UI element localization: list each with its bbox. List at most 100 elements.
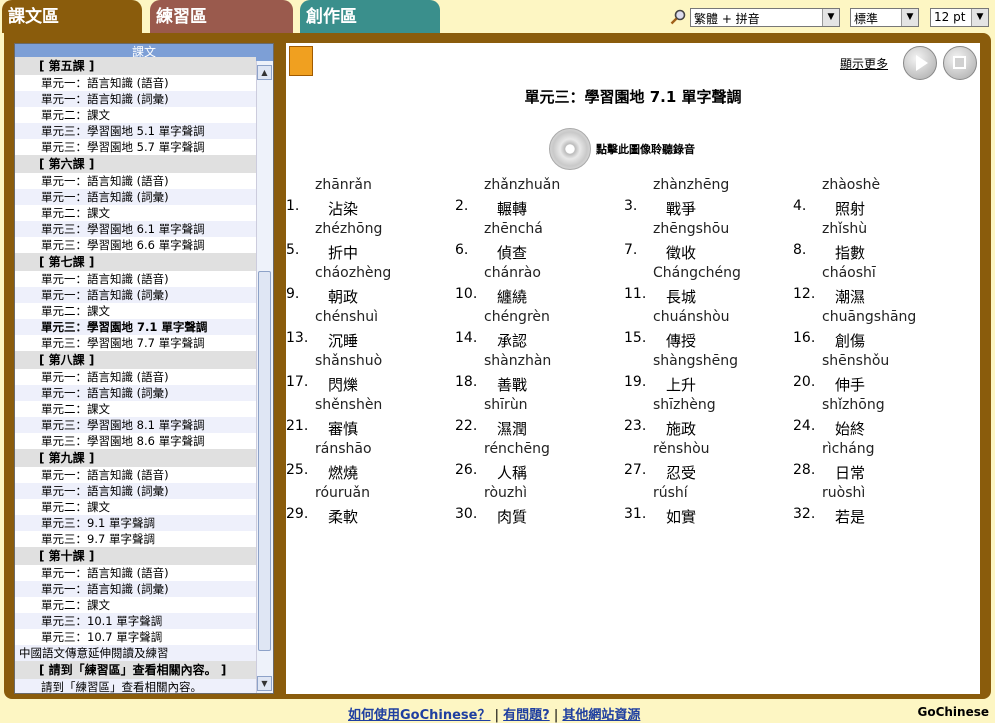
sidebar-item[interactable]: 單元一：語言知識 (語音)	[15, 565, 256, 581]
word-hanzi: 日常	[835, 464, 866, 482]
word-pinyin: shàngshēng	[653, 353, 739, 369]
word-pinyin: rěnshòu	[653, 441, 710, 457]
sidebar-item[interactable]: 請到「練習區」查看相關內容。	[15, 679, 256, 693]
sidebar-item[interactable]: 單元三：學習園地 7.7 單字聲調	[15, 335, 256, 351]
sidebar-item[interactable]: 單元三：10.7 單字聲調	[15, 629, 256, 645]
word-pinyin: róuruǎn	[315, 485, 370, 501]
footer-separator: |	[494, 708, 500, 723]
font-size-select[interactable]: 12 pt ▼	[930, 8, 989, 27]
word-number: 25.	[286, 462, 309, 478]
sidebar-item[interactable]: 單元三：學習園地 8.1 單字聲調	[15, 417, 256, 433]
sidebar-item[interactable]: 單元二：課文	[15, 597, 256, 613]
tab-creation-area[interactable]: 創作區	[300, 0, 440, 33]
sidebar-item[interactable]: 單元三：9.1 單字聲調	[15, 515, 256, 531]
sidebar-item[interactable]: 單元一：語言知識 (詞彙)	[15, 385, 256, 401]
sidebar-item[interactable]: 單元一：語言知識 (語音)	[15, 271, 256, 287]
word-item: rěnshòu 27. 忍受	[624, 441, 794, 485]
word-hanzi: 閃爍	[328, 376, 359, 394]
search-icon[interactable]	[670, 9, 687, 26]
word-item: shēnshǒu 20. 伸手	[793, 353, 963, 397]
word-item: rìcháng 28. 日常	[793, 441, 963, 485]
word-hanzi: 審慎	[328, 420, 359, 438]
word-pinyin: ròuzhì	[484, 485, 527, 501]
word-item: ròuzhì 30. 肉質	[455, 485, 625, 529]
word-number: 17.	[286, 374, 309, 390]
show-more-link[interactable]: 顯示更多	[840, 55, 888, 72]
tab-label: 練習區	[156, 7, 207, 27]
sidebar-item[interactable]: 單元三：學習園地 6.6 單字聲調	[15, 237, 256, 253]
word-item: rénchēng 26. 人稱	[455, 441, 625, 485]
word-number: 23.	[624, 418, 647, 434]
scroll-thumb[interactable]	[258, 271, 271, 651]
sidebar-item[interactable]: 單元一：語言知識 (詞彙)	[15, 287, 256, 303]
footer-separator: |	[553, 708, 559, 723]
sidebar-item[interactable]: 單元二：課文	[15, 303, 256, 319]
word-number: 29.	[286, 506, 309, 522]
sidebar-item[interactable]: 單元一：語言知識 (詞彙)	[15, 483, 256, 499]
sidebar-item[interactable]: 單元二：課文	[15, 107, 256, 123]
sidebar-scrollbar[interactable]: ▲ ▼	[256, 61, 273, 693]
sidebar-item[interactable]: 單元三：學習園地 7.1 單字聲調	[15, 319, 256, 335]
cd-audio-icon[interactable]	[549, 128, 591, 170]
word-hanzi: 施政	[666, 420, 697, 438]
word-pinyin: shǐzhōng	[822, 397, 885, 413]
display-mode-select[interactable]: 繁體 + 拼音 ▼	[690, 8, 840, 27]
sidebar-item[interactable]: 中國語文傳意延伸閱讀及練習	[15, 645, 256, 661]
word-hanzi: 上升	[666, 376, 697, 394]
word-pinyin: zhézhōng	[315, 221, 383, 237]
scroll-down-icon[interactable]: ▼	[257, 676, 272, 691]
word-hanzi: 如實	[666, 508, 697, 526]
word-item: shànzhàn 18. 善戰	[455, 353, 625, 397]
scroll-up-icon[interactable]: ▲	[257, 65, 272, 80]
word-hanzi: 若是	[835, 508, 866, 526]
word-number: 27.	[624, 462, 647, 478]
sidebar-item[interactable]: 單元一：語言知識 (語音)	[15, 369, 256, 385]
word-item: shǎnshuò 17. 閃爍	[286, 353, 456, 397]
sidebar-item[interactable]: 單元一：語言知識 (詞彙)	[15, 581, 256, 597]
word-item: rúshí 31. 如實	[624, 485, 794, 529]
word-number: 1.	[286, 198, 300, 214]
sidebar-item[interactable]: 單元一：語言知識 (語音)	[15, 467, 256, 483]
word-pinyin: shīzhèng	[653, 397, 716, 413]
sidebar-item[interactable]: 單元三：學習園地 6.1 單字聲調	[15, 221, 256, 237]
resources-link[interactable]: 其他網站資源	[562, 708, 640, 723]
word-number: 16.	[793, 330, 816, 346]
sidebar-item[interactable]: 單元二：課文	[15, 499, 256, 515]
tab-practice-area[interactable]: 練習區	[150, 0, 293, 33]
sidebar-item[interactable]: 單元三：學習園地 5.1 單字聲調	[15, 123, 256, 139]
word-item: shīrùn 22. 濕潤	[455, 397, 625, 441]
word-item: shěnshèn 21. 審慎	[286, 397, 456, 441]
word-number: 11.	[624, 286, 647, 302]
word-hanzi: 肉質	[497, 508, 528, 526]
play-button[interactable]	[903, 46, 937, 80]
font-size-value: 12 pt	[934, 10, 966, 24]
help-link[interactable]: 如何使用GoChinese？	[348, 708, 490, 723]
word-number: 22.	[455, 418, 478, 434]
sidebar-item[interactable]: 單元三：9.7 單字聲調	[15, 531, 256, 547]
book-icon[interactable]	[289, 46, 313, 76]
sidebar-item[interactable]: 單元一：語言知識 (語音)	[15, 173, 256, 189]
sidebar-item[interactable]: 單元三：學習園地 5.7 單字聲調	[15, 139, 256, 155]
sidebar-item[interactable]: 單元一：語言知識 (詞彙)	[15, 91, 256, 107]
voice-select[interactable]: 標準 ▼	[850, 8, 919, 27]
word-pinyin: shànzhàn	[484, 353, 552, 369]
sidebar-item[interactable]: 單元二：課文	[15, 401, 256, 417]
word-number: 20.	[793, 374, 816, 390]
stop-button[interactable]	[943, 46, 977, 80]
word-number: 18.	[455, 374, 478, 390]
word-hanzi: 長城	[666, 288, 697, 306]
sidebar-item[interactable]: 單元三：10.1 單字聲調	[15, 613, 256, 629]
footer: 如何使用GoChinese？ | 有問題? | 其他網站資源 GoChinese	[0, 703, 995, 723]
audio-prompt[interactable]: 點擊此圖像聆聽錄音	[596, 141, 695, 157]
word-item: zhǐshù 8. 指數	[793, 221, 963, 265]
sidebar-item[interactable]: 單元一：語言知識 (詞彙)	[15, 189, 256, 205]
questions-link[interactable]: 有問題?	[503, 708, 550, 723]
word-number: 21.	[286, 418, 309, 434]
sidebar-item[interactable]: 單元三：學習園地 8.6 單字聲調	[15, 433, 256, 449]
tab-text-area[interactable]: 課文區	[2, 0, 142, 33]
lesson-header: [ 請到「練習區」查看相關內容。 ]	[15, 661, 256, 679]
sidebar-item[interactable]: 單元一：語言知識 (語音)	[15, 75, 256, 91]
word-item: chénshuì 13. 沉睡	[286, 309, 456, 353]
word-pinyin: chénshuì	[315, 309, 378, 325]
sidebar-item[interactable]: 單元二：課文	[15, 205, 256, 221]
